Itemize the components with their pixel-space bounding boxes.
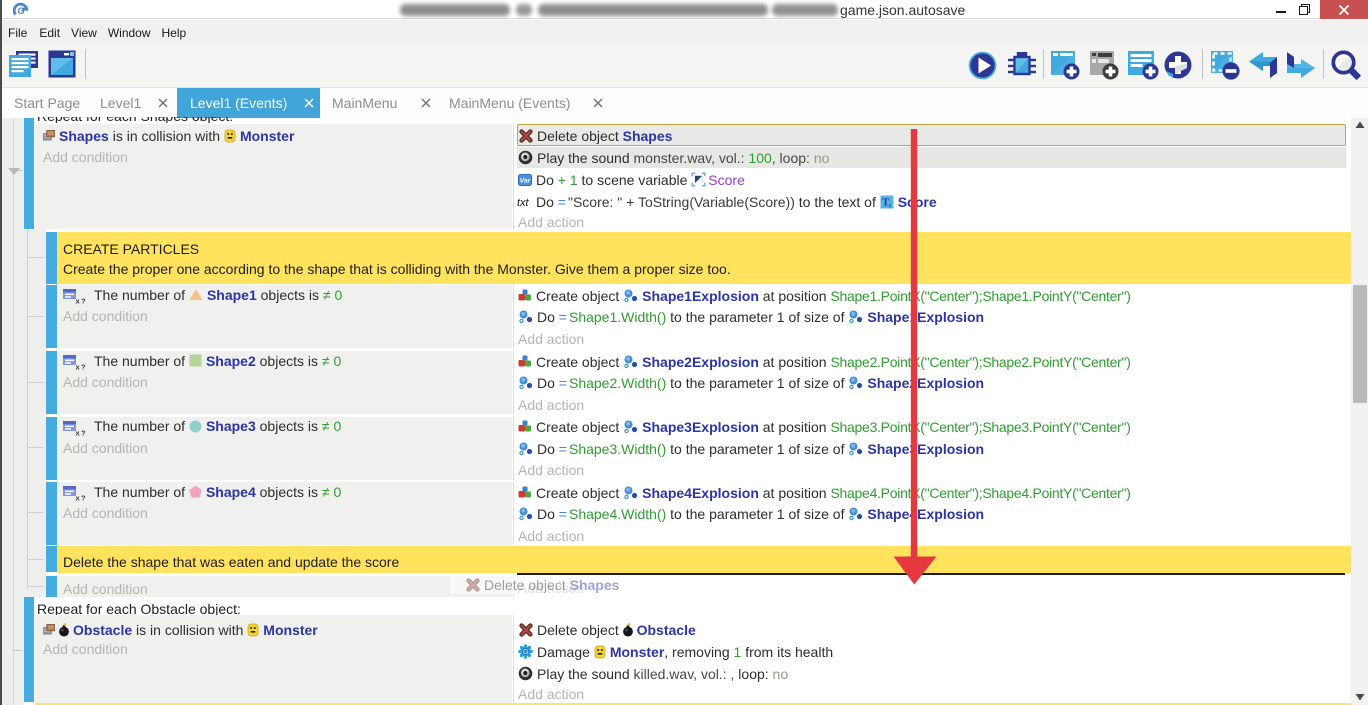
svg-text:G: G xyxy=(18,6,25,16)
svg-text:x: x xyxy=(76,363,81,371)
svg-text:?: ? xyxy=(81,297,86,305)
svg-text:x: x xyxy=(76,428,81,436)
svg-text:?: ? xyxy=(81,428,86,436)
svg-text:Var: Var xyxy=(520,177,531,184)
svg-text:?: ? xyxy=(81,363,86,371)
svg-text:txt: txt xyxy=(517,197,530,208)
svg-text:x: x xyxy=(76,494,81,502)
svg-text:?: ? xyxy=(81,494,86,502)
svg-text:x: x xyxy=(76,297,81,305)
svg-text:G: G xyxy=(523,647,529,656)
